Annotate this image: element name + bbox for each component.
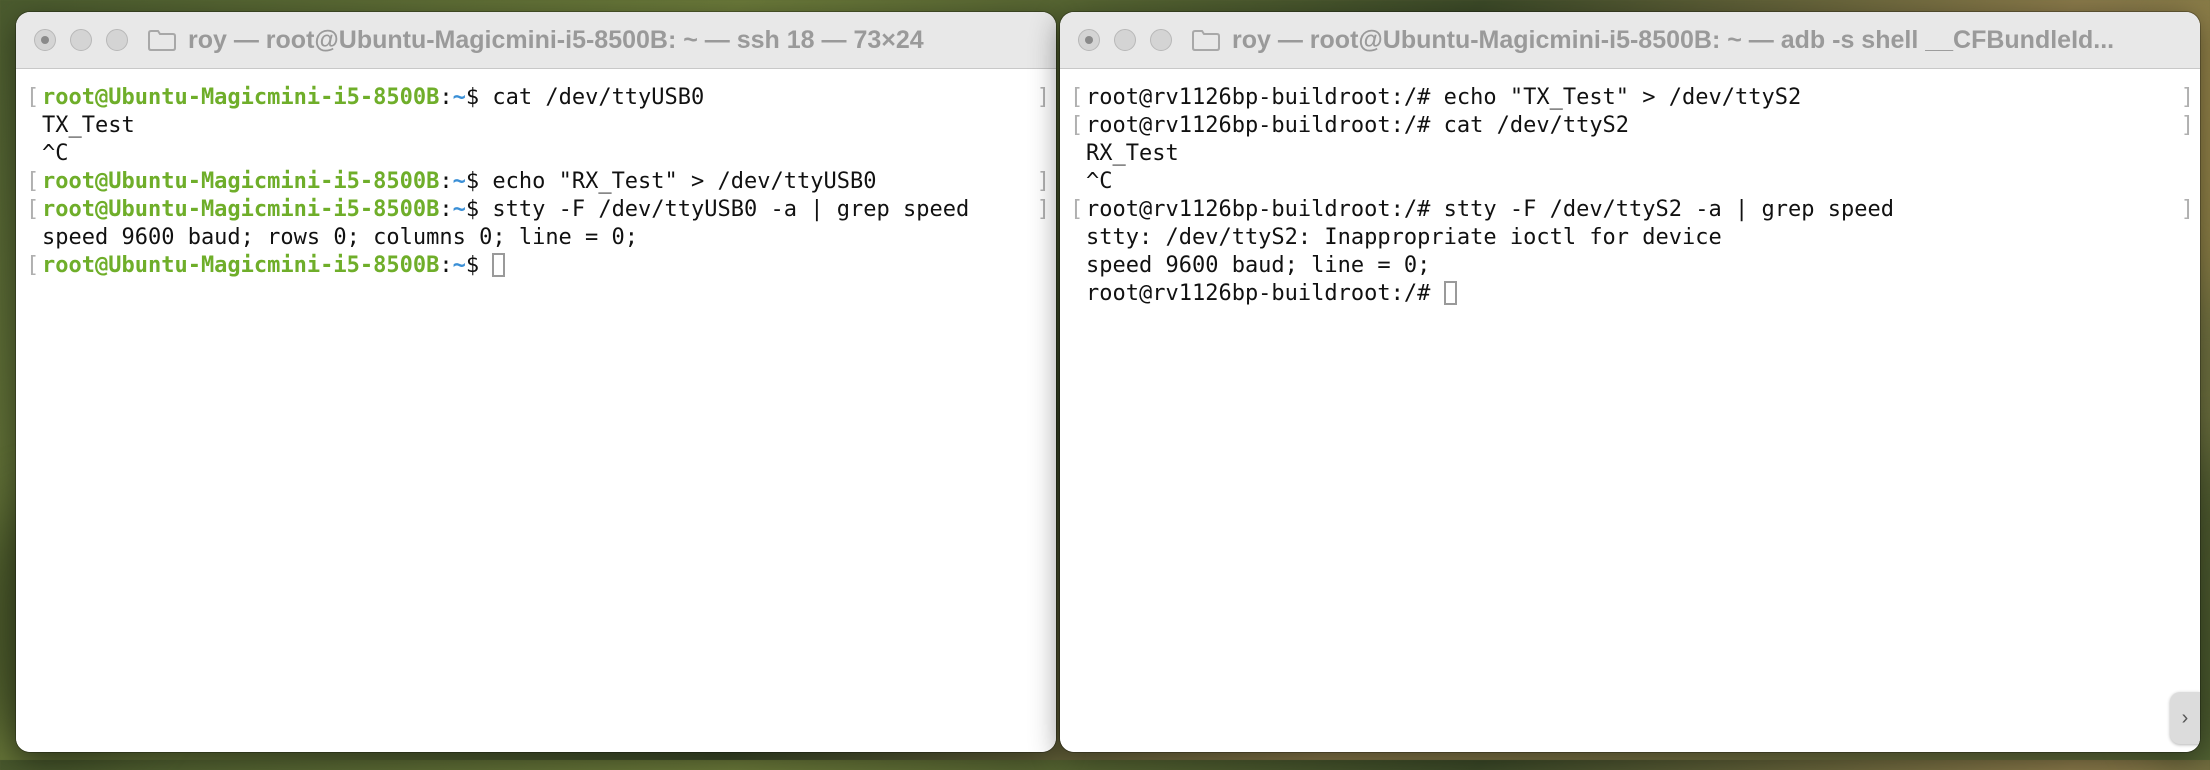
prompt-line: [root@rv1126bp-buildroot:/# cat /dev/tty… [1070,112,2200,140]
text-cursor [492,253,506,277]
prompt-line: [root@Ubuntu-Magicmini-i5-8500B:~$ stty … [26,197,1050,222]
output-text: stty: /dev/ttyS2: Inappropriate ioctl fo… [1086,225,1722,250]
command-text: echo "RX_Test" > /dev/ttyUSB0 [492,169,877,194]
command-text: root@rv1126bp-buildroot:/# cat /dev/ttyS… [1086,113,1630,138]
output-line: ^C [26,140,1056,168]
prompt-line: [root@Ubuntu-Magicmini-i5-8500B:~$ cat /… [26,85,1050,110]
output-text: ^C [42,141,69,166]
terminal-content[interactable]: [root@Ubuntu-Magicmini-i5-8500B:~$ cat /… [16,70,1056,752]
minimize-icon[interactable] [1114,29,1136,51]
command-text: cat /dev/ttyUSB0 [492,85,705,110]
mark-bracket: [ [26,253,40,278]
prompt-line: [root@rv1126bp-buildroot:/# stty -F /dev… [1070,196,2200,224]
prompt-line: [root@rv1126bp-buildroot:/# echo "TX_Tes… [1070,84,2200,112]
prompt-user: root@Ubuntu-Magicmini-i5-8500B [42,197,440,222]
mark-bracket: [ [1070,113,1084,138]
folder-icon [1192,29,1220,51]
title-bar[interactable]: roy — root@Ubuntu-Magicmini-i5-8500B: ~ … [16,12,1056,69]
zoom-icon[interactable] [106,29,128,51]
mark-bracket: [ [26,85,40,110]
output-text: ^C [1086,169,1113,194]
zoom-icon[interactable] [1150,29,1172,51]
prompt-line: root@rv1126bp-buildroot:/# [1070,280,2200,308]
terminal-window-left[interactable]: roy — root@Ubuntu-Magicmini-i5-8500B: ~ … [16,12,1056,752]
minimize-icon[interactable] [70,29,92,51]
command-text: root@rv1126bp-buildroot:/# stty -F /dev/… [1086,197,1894,222]
output-text: RX_Test [1086,141,1179,166]
chevron-icon[interactable]: › [2170,692,2200,744]
command-text: root@rv1126bp-buildroot:/# [1086,281,1444,306]
folder-icon [148,29,176,51]
mark-bracket: ] [1036,197,1050,222]
prompt-line: [root@Ubuntu-Magicmini-i5-8500B:~$ [26,252,1056,280]
prompt-user: root@Ubuntu-Magicmini-i5-8500B [42,169,440,194]
prompt-user: root@Ubuntu-Magicmini-i5-8500B [42,85,440,110]
mark-bracket: [ [26,169,40,194]
output-text: TX_Test [42,113,135,138]
close-icon[interactable] [1078,29,1100,51]
window-title: roy — root@Ubuntu-Magicmini-i5-8500B: ~ … [1232,25,2115,54]
window-controls [34,29,128,51]
mark-bracket: ] [2180,85,2194,110]
close-icon[interactable] [34,29,56,51]
output-line: speed 9600 baud; line = 0; [1070,252,2200,280]
output-line: speed 9600 baud; rows 0; columns 0; line… [26,224,1056,252]
prompt-path: ~ [452,197,466,222]
window-title: roy — root@Ubuntu-Magicmini-i5-8500B: ~ … [188,25,924,54]
output-line: TX_Test [26,112,1056,140]
prompt-user: root@Ubuntu-Magicmini-i5-8500B [42,253,440,278]
prompt-path: ~ [452,85,466,110]
prompt-path: ~ [452,169,466,194]
mark-bracket: [ [1070,85,1084,110]
command-text: root@rv1126bp-buildroot:/# echo "TX_Test… [1086,85,1802,110]
command-text: stty -F /dev/ttyUSB0 -a | grep speed [492,197,970,222]
mark-bracket: ] [1036,169,1050,194]
mark-bracket: ] [1036,85,1050,110]
terminal-window-right[interactable]: roy — root@Ubuntu-Magicmini-i5-8500B: ~ … [1060,12,2200,752]
mark-bracket: [ [26,197,40,222]
output-text: speed 9600 baud; rows 0; columns 0; line… [42,225,639,250]
output-line: ^C [1070,168,2200,196]
prompt-path: ~ [452,253,466,278]
mark-bracket: ] [2180,113,2194,138]
window-controls [1078,29,1172,51]
title-bar[interactable]: roy — root@Ubuntu-Magicmini-i5-8500B: ~ … [1060,12,2200,69]
text-cursor [1443,281,1457,305]
output-line: stty: /dev/ttyS2: Inappropriate ioctl fo… [1070,224,2200,252]
prompt-line: [root@Ubuntu-Magicmini-i5-8500B:~$ echo … [26,169,1050,194]
mark-bracket: ] [2180,197,2194,222]
mark-bracket: [ [1070,197,1084,222]
output-text: speed 9600 baud; line = 0; [1086,253,1431,278]
terminal-content[interactable]: [root@rv1126bp-buildroot:/# echo "TX_Tes… [1060,70,2200,752]
output-line: RX_Test [1070,140,2200,168]
